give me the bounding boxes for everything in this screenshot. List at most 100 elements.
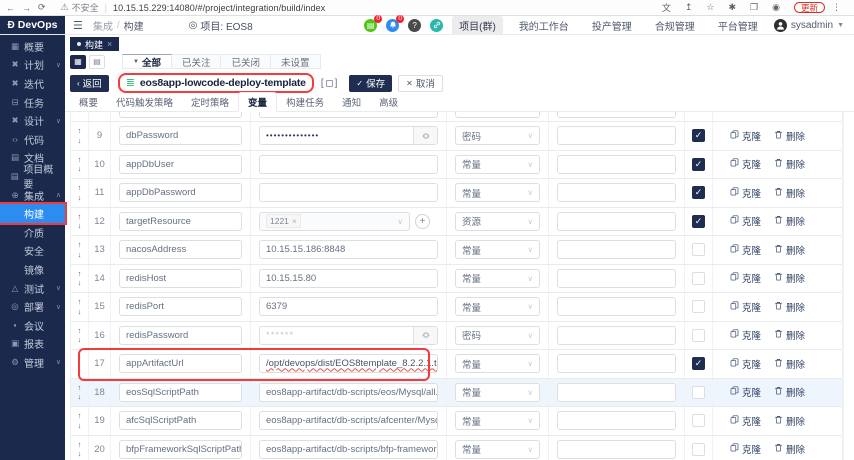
delete-link[interactable]: 删除 [774, 271, 805, 285]
move-up-icon[interactable]: ↑ [78, 241, 82, 249]
tab-schedule-policy[interactable]: 定时策略 [182, 93, 238, 111]
clone-link[interactable]: 克隆 [730, 385, 761, 399]
variable-value-input[interactable]: eos8app-artifact/db-scripts/afcenter/Mys… [259, 411, 438, 430]
sidebar-item-security[interactable]: 安全 [0, 242, 65, 261]
delete-link[interactable]: 删除 [774, 357, 805, 371]
variable-type-select[interactable]: 密码∨ [455, 326, 540, 345]
variable-value-input[interactable]: 10.15.15.186:8848 [259, 240, 438, 259]
variable-desc-input[interactable] [557, 183, 676, 202]
project-switcher[interactable]: ◎ 项目: EOS8 [189, 18, 253, 33]
address-url[interactable]: 10.15.15.229:14080/#/project/integration… [113, 3, 325, 13]
sidebar-item-integration[interactable]: ⊕集成∧ [0, 186, 65, 205]
refresh-icon[interactable]: ⟳ [38, 2, 46, 13]
list-view-button[interactable]: ▤ [89, 55, 105, 69]
variable-desc-input[interactable] [557, 269, 676, 288]
page-tab-build[interactable]: 构建 × [70, 37, 119, 51]
delete-link[interactable]: 删除 [774, 186, 805, 200]
variable-name-input[interactable]: redisHost [119, 269, 242, 288]
delete-link[interactable]: 删除 [774, 214, 805, 228]
resource-select[interactable]: 1221× ∨ [259, 212, 410, 231]
tab-build-tasks[interactable]: 构建任务 [277, 93, 333, 111]
variable-checkbox[interactable] [692, 329, 705, 342]
variable-name-input[interactable]: dbPassword [119, 126, 242, 145]
clone-link[interactable]: 克隆 [730, 357, 761, 371]
variable-checkbox[interactable]: ✓ [692, 129, 705, 142]
variable-type-select[interactable]: 常量∨ [455, 240, 540, 259]
bookmark-star-icon[interactable]: ☆ [706, 2, 714, 13]
sidebar-item-plan[interactable]: ✖计划∨ [0, 56, 65, 75]
move-up-icon[interactable]: ↑ [78, 270, 82, 278]
variable-type-select[interactable]: 常量∨ [455, 297, 540, 316]
clone-link[interactable]: 克隆 [730, 186, 761, 200]
move-up-icon[interactable]: ↑ [78, 412, 82, 420]
delete-link[interactable]: 删除 [774, 129, 805, 143]
help-icon[interactable]: ? [408, 19, 421, 32]
eye-icon[interactable] [413, 127, 437, 144]
move-down-icon[interactable]: ↓ [78, 137, 82, 145]
clone-link[interactable]: 克隆 [730, 243, 761, 257]
move-down-icon[interactable]: ↓ [78, 194, 82, 202]
nav-compliance[interactable]: 合规管理 [648, 16, 702, 35]
sidebar-item-iteration[interactable]: ✖迭代 [0, 74, 65, 93]
variable-checkbox[interactable]: ✓ [692, 186, 705, 199]
variable-type-select[interactable]: 常量∨ [455, 269, 540, 288]
variable-desc-input[interactable] [557, 297, 676, 316]
tab-followed[interactable]: 已关注 [172, 54, 222, 69]
todo-icon[interactable]: ▤0 [364, 19, 377, 32]
variable-desc-input[interactable] [557, 411, 676, 430]
tab-variables[interactable]: 变量 [238, 92, 277, 112]
move-up-icon[interactable]: ↑ [78, 327, 82, 335]
variable-checkbox[interactable] [692, 243, 705, 256]
sidebar-item-project-overview[interactable]: ▤项目概要 [0, 167, 65, 186]
remove-tag-icon[interactable]: × [292, 216, 297, 226]
variable-type-select[interactable]: 密码∨ [455, 126, 540, 145]
user-menu[interactable]: sysadmin ▼ [774, 19, 844, 32]
sidebar-item-admin[interactable]: ⚙管理∨ [0, 353, 65, 372]
variable-value-input[interactable] [259, 155, 438, 174]
variable-checkbox[interactable]: ✓ [692, 357, 705, 370]
variable-checkbox[interactable] [692, 272, 705, 285]
move-up-icon[interactable]: ↑ [78, 384, 82, 392]
move-down-icon[interactable]: ↓ [78, 336, 82, 344]
link-icon[interactable] [430, 19, 443, 32]
sidebar-item-design[interactable]: ✖设计∨ [0, 111, 65, 130]
security-warning[interactable]: ⚠ 不安全 [61, 1, 99, 14]
clone-link[interactable]: 克隆 [730, 414, 761, 428]
variable-checkbox[interactable] [692, 443, 705, 456]
variable-desc-input[interactable] [557, 212, 676, 231]
menu-dots-icon[interactable]: ⋮ [832, 2, 841, 13]
move-up-icon[interactable]: ↑ [78, 127, 82, 135]
variable-type-select[interactable]: 常量∨ [455, 155, 540, 174]
variable-name-input[interactable]: appDbPassword [119, 183, 242, 202]
sidebar-item-code[interactable]: ‹›代码 [0, 130, 65, 149]
clone-link[interactable]: 克隆 [730, 300, 761, 314]
variable-desc-input[interactable] [557, 126, 676, 145]
edit-name-icon[interactable]: [] [321, 78, 338, 89]
hamburger-menu-icon[interactable]: ☰ [73, 19, 83, 32]
variable-checkbox[interactable]: ✓ [692, 158, 705, 171]
variable-desc-input[interactable] [557, 240, 676, 259]
move-down-icon[interactable]: ↓ [78, 165, 82, 173]
variable-type-select[interactable]: 常量∨ [455, 183, 540, 202]
sidebar-item-test[interactable]: △测试∨ [0, 279, 65, 298]
move-up-icon[interactable]: ↑ [78, 213, 82, 221]
move-up-icon[interactable]: ↑ [78, 441, 82, 449]
variable-checkbox[interactable] [692, 386, 705, 399]
delete-link[interactable]: 删除 [774, 157, 805, 171]
delete-link[interactable]: 删除 [774, 414, 805, 428]
back-icon[interactable]: ← [6, 3, 15, 13]
sidebar-item-meeting[interactable]: ▪会议 [0, 316, 65, 335]
clone-link[interactable]: 克隆 [730, 442, 761, 456]
tab-code-trigger-policy[interactable]: 代码触发策略 [107, 93, 182, 111]
variable-value-input[interactable]: 10.15.15.80 [259, 269, 438, 288]
tab-closed[interactable]: 已关闭 [221, 54, 271, 69]
variable-value-password-input[interactable]: ****** [259, 326, 438, 345]
resource-tag[interactable]: 1221× [266, 214, 301, 228]
sidebar-item-tasks[interactable]: ⊟任务 [0, 93, 65, 112]
variable-type-select[interactable]: 资源∨ [455, 212, 540, 231]
variable-name-input[interactable]: appArtifactUrl [119, 354, 242, 373]
sidebar-item-report[interactable]: ▣报表 [0, 335, 65, 354]
variable-desc-input[interactable] [557, 155, 676, 174]
variable-checkbox[interactable]: ✓ [692, 215, 705, 228]
profile-icon[interactable]: ◉ [772, 2, 780, 13]
